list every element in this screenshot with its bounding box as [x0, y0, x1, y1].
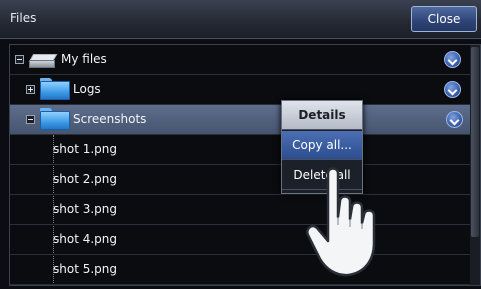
drive-icon: [28, 54, 58, 68]
tree-row-logs[interactable]: Logs: [10, 75, 470, 105]
tree-row-my-files[interactable]: My files: [10, 45, 470, 75]
tree-label-logs: Logs: [73, 82, 101, 96]
menu-item-copy-all[interactable]: Copy all...: [282, 131, 362, 160]
list-item[interactable]: shot 4.png: [10, 225, 470, 255]
list-item[interactable]: shot 3.png: [10, 195, 470, 225]
title-bar: Files Close: [0, 0, 481, 39]
file-browser-panel: My files Logs Screenshots shot 1.png sho…: [9, 44, 481, 286]
chevron-down-circle-icon[interactable]: [444, 81, 461, 98]
folder-icon: [40, 108, 70, 130]
close-button[interactable]: Close: [411, 6, 477, 32]
tree-label-screenshots: Screenshots: [73, 112, 147, 126]
chevron-down-circle-icon[interactable]: [444, 51, 461, 68]
file-name: shot 5.png: [53, 262, 118, 276]
tree-row-screenshots[interactable]: Screenshots: [10, 105, 470, 135]
list-item[interactable]: shot 2.png: [10, 165, 470, 195]
collapse-icon[interactable]: [26, 115, 35, 124]
pointing-hand-icon: [306, 167, 376, 277]
file-name: shot 1.png: [53, 142, 118, 156]
file-name: shot 2.png: [53, 172, 118, 186]
scrollbar[interactable]: [470, 45, 480, 285]
folder-icon: [40, 78, 70, 100]
file-name: shot 3.png: [53, 202, 118, 216]
scrollbar-thumb[interactable]: [471, 47, 479, 237]
window-title: Files: [10, 11, 37, 25]
file-name: shot 4.png: [53, 232, 118, 246]
list-item[interactable]: shot 1.png: [10, 135, 470, 165]
tree-label-my-files: My files: [61, 52, 107, 66]
collapse-icon[interactable]: [15, 55, 24, 64]
chevron-down-circle-icon[interactable]: [446, 111, 463, 128]
menu-header-details: Details: [282, 101, 362, 130]
expand-icon[interactable]: [26, 85, 35, 94]
list-item[interactable]: shot 5.png: [10, 255, 470, 285]
